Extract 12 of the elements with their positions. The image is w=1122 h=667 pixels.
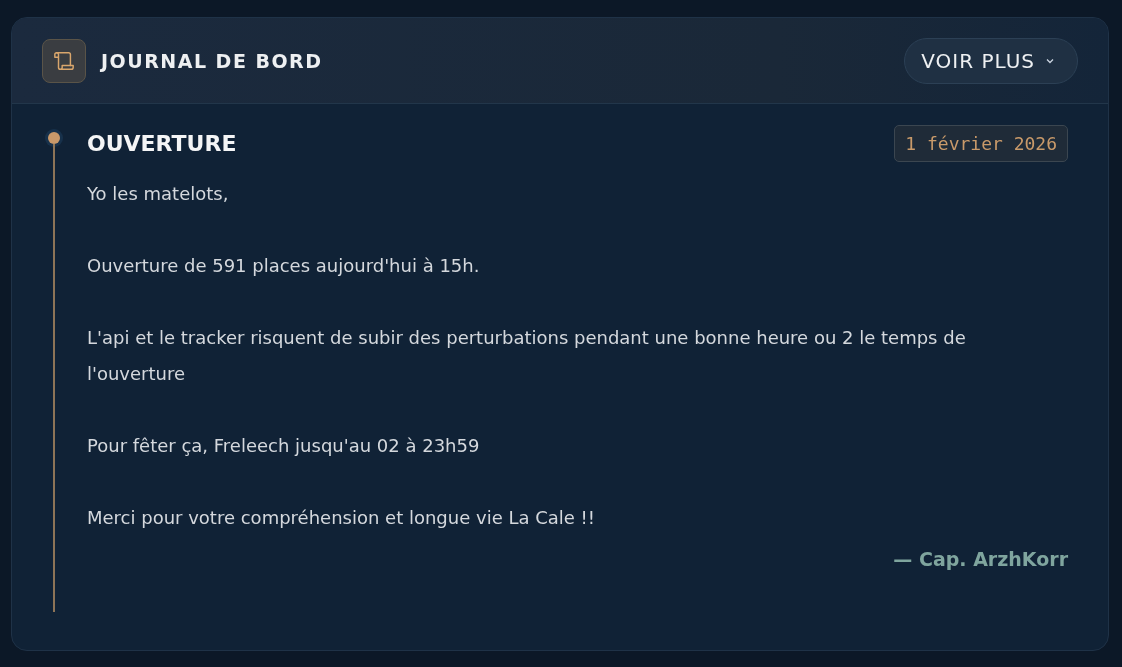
card-title: JOURNAL DE BORD <box>101 49 323 72</box>
entry-title: OUVERTURE <box>87 131 237 156</box>
entry-paragraph: Yo les matelots, <box>87 182 230 206</box>
more-button[interactable]: VOIR PLUS <box>904 37 1078 84</box>
entry-signature: — Cap. ArzhKorr <box>893 548 1068 570</box>
entry-date: 1 février 2026 <box>894 125 1068 162</box>
entry-paragraph: Ouverture de 591 places aujourd'hui à 15h. <box>87 254 481 278</box>
scroll-icon <box>42 38 86 83</box>
entry-paragraph: Merci pour votre compréhension et longue vie La Cale !! <box>87 506 597 530</box>
entry-paragraph: Pour fêter ça, Freleech jusqu'au 02 à 23h59 <box>87 434 481 458</box>
entry-paragraph: L'api et le tracker risquent de subir des perturbations pendant une bonne heure ou 2 le temps de l'ouverture <box>87 326 967 386</box>
timeline-dot <box>48 132 60 144</box>
